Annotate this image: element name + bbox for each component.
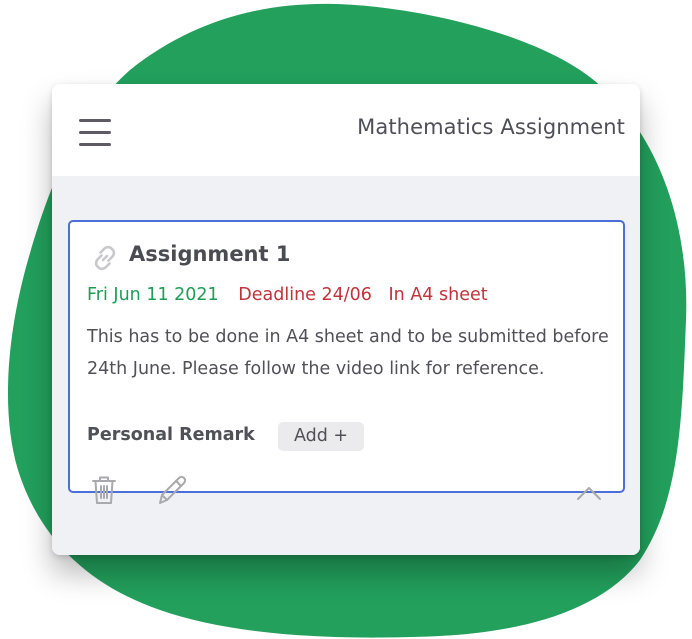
trash-icon[interactable]: [90, 474, 118, 506]
assignment-title: Assignment 1: [129, 242, 291, 266]
assignment-deadline: Deadline 24/06: [238, 285, 372, 305]
menu-bar-line: [79, 119, 111, 122]
assignment-description: This has to be done in A4 sheet and to b…: [87, 327, 609, 379]
assignment-date: Fri Jun 11 2021: [87, 285, 219, 305]
personal-remark-label: Personal Remark: [87, 425, 255, 445]
menu-bar-line: [79, 131, 111, 134]
page-title: Mathematics Assignment: [357, 115, 625, 139]
assignment-card[interactable]: Assignment 1 Fri Jun 11 2021 Deadline 24…: [68, 220, 625, 504]
menu-bar-line: [79, 143, 111, 146]
pencil-icon[interactable]: [154, 474, 188, 506]
add-remark-button[interactable]: Add +: [278, 422, 364, 451]
assignment-format: In A4 sheet: [388, 285, 488, 305]
chevron-up-icon[interactable]: [575, 484, 603, 502]
assignment-list: Assignment 1 Fri Jun 11 2021 Deadline 24…: [52, 176, 640, 555]
link-icon: [94, 245, 116, 271]
assignment-meta: Fri Jun 11 2021 Deadline 24/06 In A4 she…: [87, 285, 488, 305]
app-bar: Mathematics Assignment: [52, 84, 640, 176]
hamburger-menu-icon[interactable]: [79, 119, 113, 147]
app-window: Mathematics Assignment Assignment 1 Fri …: [52, 84, 640, 555]
